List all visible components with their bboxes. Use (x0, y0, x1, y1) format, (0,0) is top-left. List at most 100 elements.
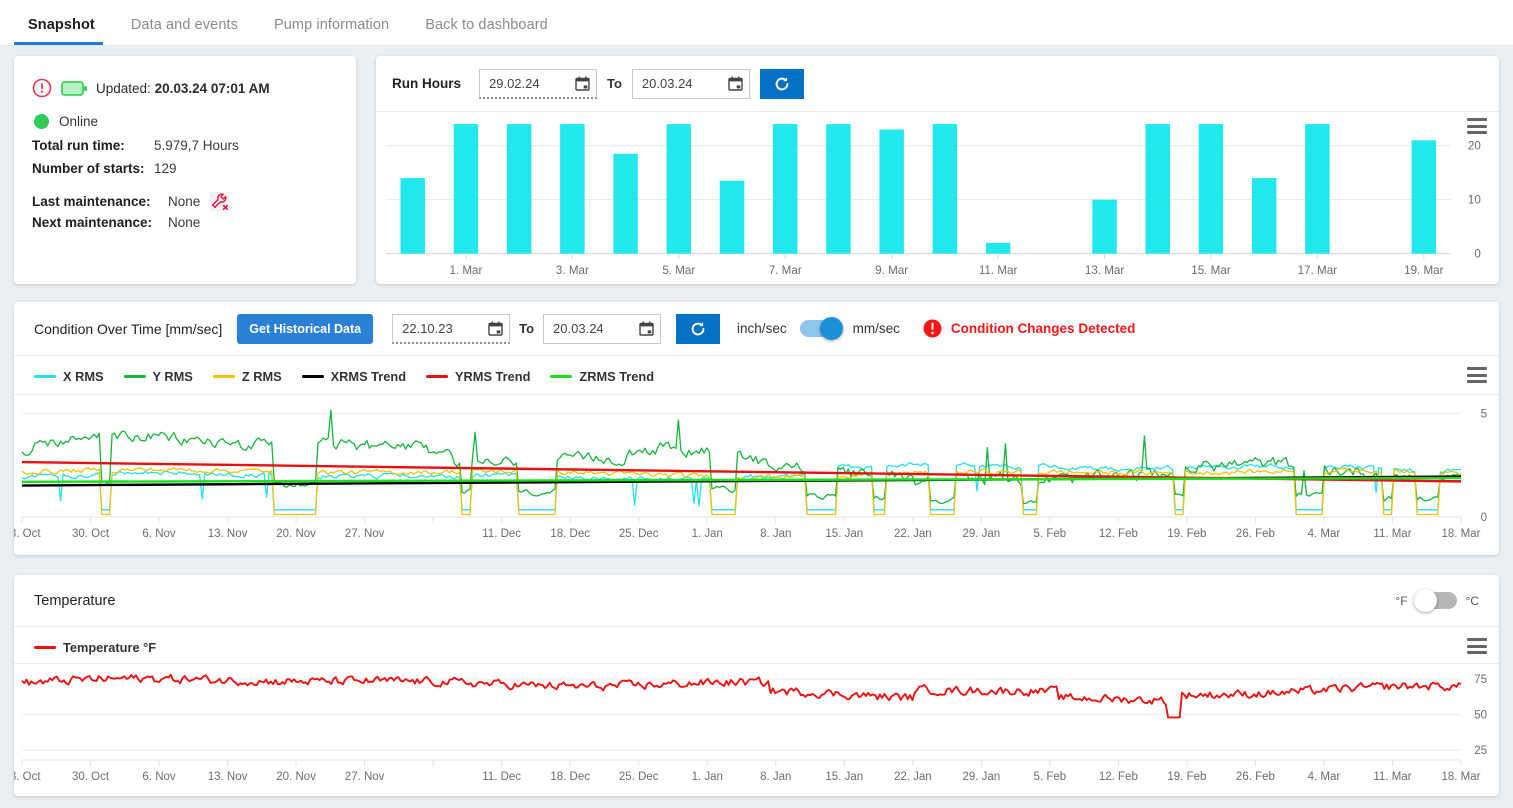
legend-item-z-rms[interactable]: Z RMS (212, 369, 282, 384)
svg-text:1. Jan: 1. Jan (692, 771, 723, 783)
legend-item-yrms-trend[interactable]: YRMS Trend (426, 369, 530, 384)
refresh-icon (775, 76, 789, 90)
legend-swatch (550, 374, 573, 379)
svg-text:25. Dec: 25. Dec (619, 528, 659, 540)
calendar-icon[interactable] (639, 321, 654, 336)
svg-text:1. Mar: 1. Mar (449, 264, 482, 277)
total-run-time-label: Total run time: (32, 138, 125, 153)
hamburger-menu-icon[interactable] (1467, 118, 1487, 138)
exclamation-circle-icon (32, 78, 52, 98)
last-maintenance-label: Last maintenance: (32, 194, 151, 209)
tab-pump-information[interactable]: Pump information (260, 17, 411, 45)
svg-text:11. Mar: 11. Mar (979, 264, 1018, 277)
svg-text:27. Nov: 27. Nov (345, 771, 385, 783)
svg-text:29. Jan: 29. Jan (962, 528, 1000, 540)
legend-label: YRMS Trend (455, 369, 531, 384)
run-hours-card: Run Hours 29.02.24 To 20.03.24 0 10 20 1… (376, 56, 1499, 284)
svg-text:20. Nov: 20. Nov (276, 771, 316, 783)
tab-label: Snapshot (28, 17, 95, 33)
svg-text:0: 0 (1474, 248, 1481, 261)
get-historical-data-button[interactable]: Get Historical Data (237, 313, 374, 344)
updated-row: Updated: 20.03.24 07:01 AM (32, 78, 336, 98)
svg-text:8. Jan: 8. Jan (760, 528, 791, 540)
alert-exclamation-icon (923, 319, 942, 338)
svg-text:5. Mar: 5. Mar (662, 264, 695, 277)
svg-text:19. Mar: 19. Mar (1404, 264, 1444, 277)
status-text: Online (59, 114, 99, 129)
tab-back-to-dashboard[interactable]: Back to dashboard (411, 17, 570, 45)
condition-refresh-button[interactable] (676, 313, 721, 344)
legend-label: Temperature °F (63, 640, 157, 655)
temperature-unit-toggle-group: °F °C (1395, 589, 1479, 612)
tab-snapshot[interactable]: Snapshot (14, 17, 117, 45)
legend-swatch (301, 374, 324, 379)
hamburger-menu-icon[interactable] (1467, 367, 1487, 387)
condition-legend: X RMS Y RMS Z RMS XRMS Trend YRMS Trend … (14, 356, 1499, 395)
svg-text:50: 50 (1474, 710, 1487, 722)
svg-text:18. Dec: 18. Dec (550, 528, 590, 540)
legend-swatch (426, 374, 449, 379)
svg-text:23. Oct: 23. Oct (14, 528, 41, 540)
next-maintenance-label: Next maintenance: (32, 215, 153, 230)
svg-text:22. Jan: 22. Jan (894, 528, 932, 540)
hamburger-menu-icon[interactable] (1467, 638, 1487, 658)
last-maintenance-row: Last maintenance: None (32, 192, 336, 211)
condition-from-date-input[interactable]: 22.10.23 (392, 313, 511, 344)
legend-item-y-rms[interactable]: Y RMS (123, 369, 193, 384)
tab-data-and-events[interactable]: Data and events (117, 17, 260, 45)
condition-alert: Condition Changes Detected (923, 319, 1135, 338)
svg-text:30. Oct: 30. Oct (72, 528, 110, 540)
condition-from-date-value: 22.10.23 (402, 320, 453, 336)
run-hours-to-date-value: 20.03.24 (641, 76, 693, 91)
legend-label: XRMS Trend (330, 369, 407, 384)
updated-text: Updated: 20.03.24 07:01 AM (96, 80, 270, 96)
temperature-title: Temperature (34, 592, 116, 609)
svg-text:19. Feb: 19. Feb (1167, 771, 1206, 783)
svg-text:15. Jan: 15. Jan (825, 771, 863, 783)
legend-item-xrms-trend[interactable]: XRMS Trend (301, 369, 407, 384)
temperature-chart-svg: 25 50 75 23. Oct 30. Oct 6. Nov 13. Nov 20. Nov… (14, 673, 1487, 783)
svg-text:25. Dec: 25. Dec (619, 771, 659, 783)
unit-inch-per-sec-label: inch/sec (737, 321, 787, 336)
calendar-icon[interactable] (575, 76, 590, 91)
refresh-icon (691, 321, 705, 335)
svg-text:15. Mar: 15. Mar (1191, 264, 1231, 277)
svg-text:1. Jan: 1. Jan (692, 528, 723, 540)
run-hours-to-date-input[interactable]: 20.03.24 (631, 68, 750, 99)
calendar-icon[interactable] (488, 321, 503, 336)
wrench-remove-icon[interactable] (210, 192, 231, 211)
svg-text:15. Jan: 15. Jan (825, 528, 863, 540)
unit-mm-per-sec-label: mm/sec (852, 321, 900, 336)
svg-text:26. Feb: 26. Feb (1236, 771, 1275, 783)
device-info-card: Updated: 20.03.24 07:01 AM Online Total … (14, 56, 356, 284)
calendar-icon[interactable] (728, 76, 743, 91)
svg-text:4. Mar: 4. Mar (1308, 771, 1341, 783)
condition-title: Condition Over Time [mm/sec] (34, 320, 223, 337)
svg-text:5. Feb: 5. Feb (1034, 771, 1067, 783)
svg-text:19. Feb: 19. Feb (1167, 528, 1206, 540)
toggle-knob (1413, 589, 1437, 612)
condition-to-date-input[interactable]: 20.03.24 (543, 313, 662, 344)
svg-text:7. Mar: 7. Mar (769, 264, 802, 277)
svg-text:20: 20 (1468, 140, 1481, 153)
svg-text:4. Mar: 4. Mar (1308, 528, 1341, 540)
legend-item-zrms-trend[interactable]: ZRMS Trend (550, 369, 654, 384)
last-maintenance-value: None (168, 194, 201, 209)
run-hours-refresh-button[interactable] (759, 68, 804, 99)
run-hours-label: Run Hours (392, 76, 461, 91)
legend-item-x-rms[interactable]: X RMS (34, 369, 104, 384)
legend-label: ZRMS Trend (579, 369, 655, 384)
svg-text:10: 10 (1468, 194, 1481, 207)
svg-text:11. Mar: 11. Mar (1373, 528, 1411, 540)
temperature-unit-toggle[interactable] (1413, 589, 1457, 612)
svg-text:75: 75 (1474, 674, 1487, 686)
next-maintenance-value: None (168, 215, 201, 230)
run-hours-from-date-input[interactable]: 29.02.24 (479, 68, 597, 99)
total-run-time-value: 5.979,7 Hours (154, 138, 239, 153)
number-of-starts-value: 129 (154, 161, 177, 176)
run-hours-from-date-value: 29.02.24 (489, 75, 540, 91)
svg-text:25: 25 (1474, 745, 1487, 757)
condition-over-time-card: Condition Over Time [mm/sec] Get Histori… (14, 302, 1499, 555)
legend-item-temperature[interactable]: Temperature °F (34, 640, 156, 655)
unit-toggle[interactable] (799, 317, 843, 340)
